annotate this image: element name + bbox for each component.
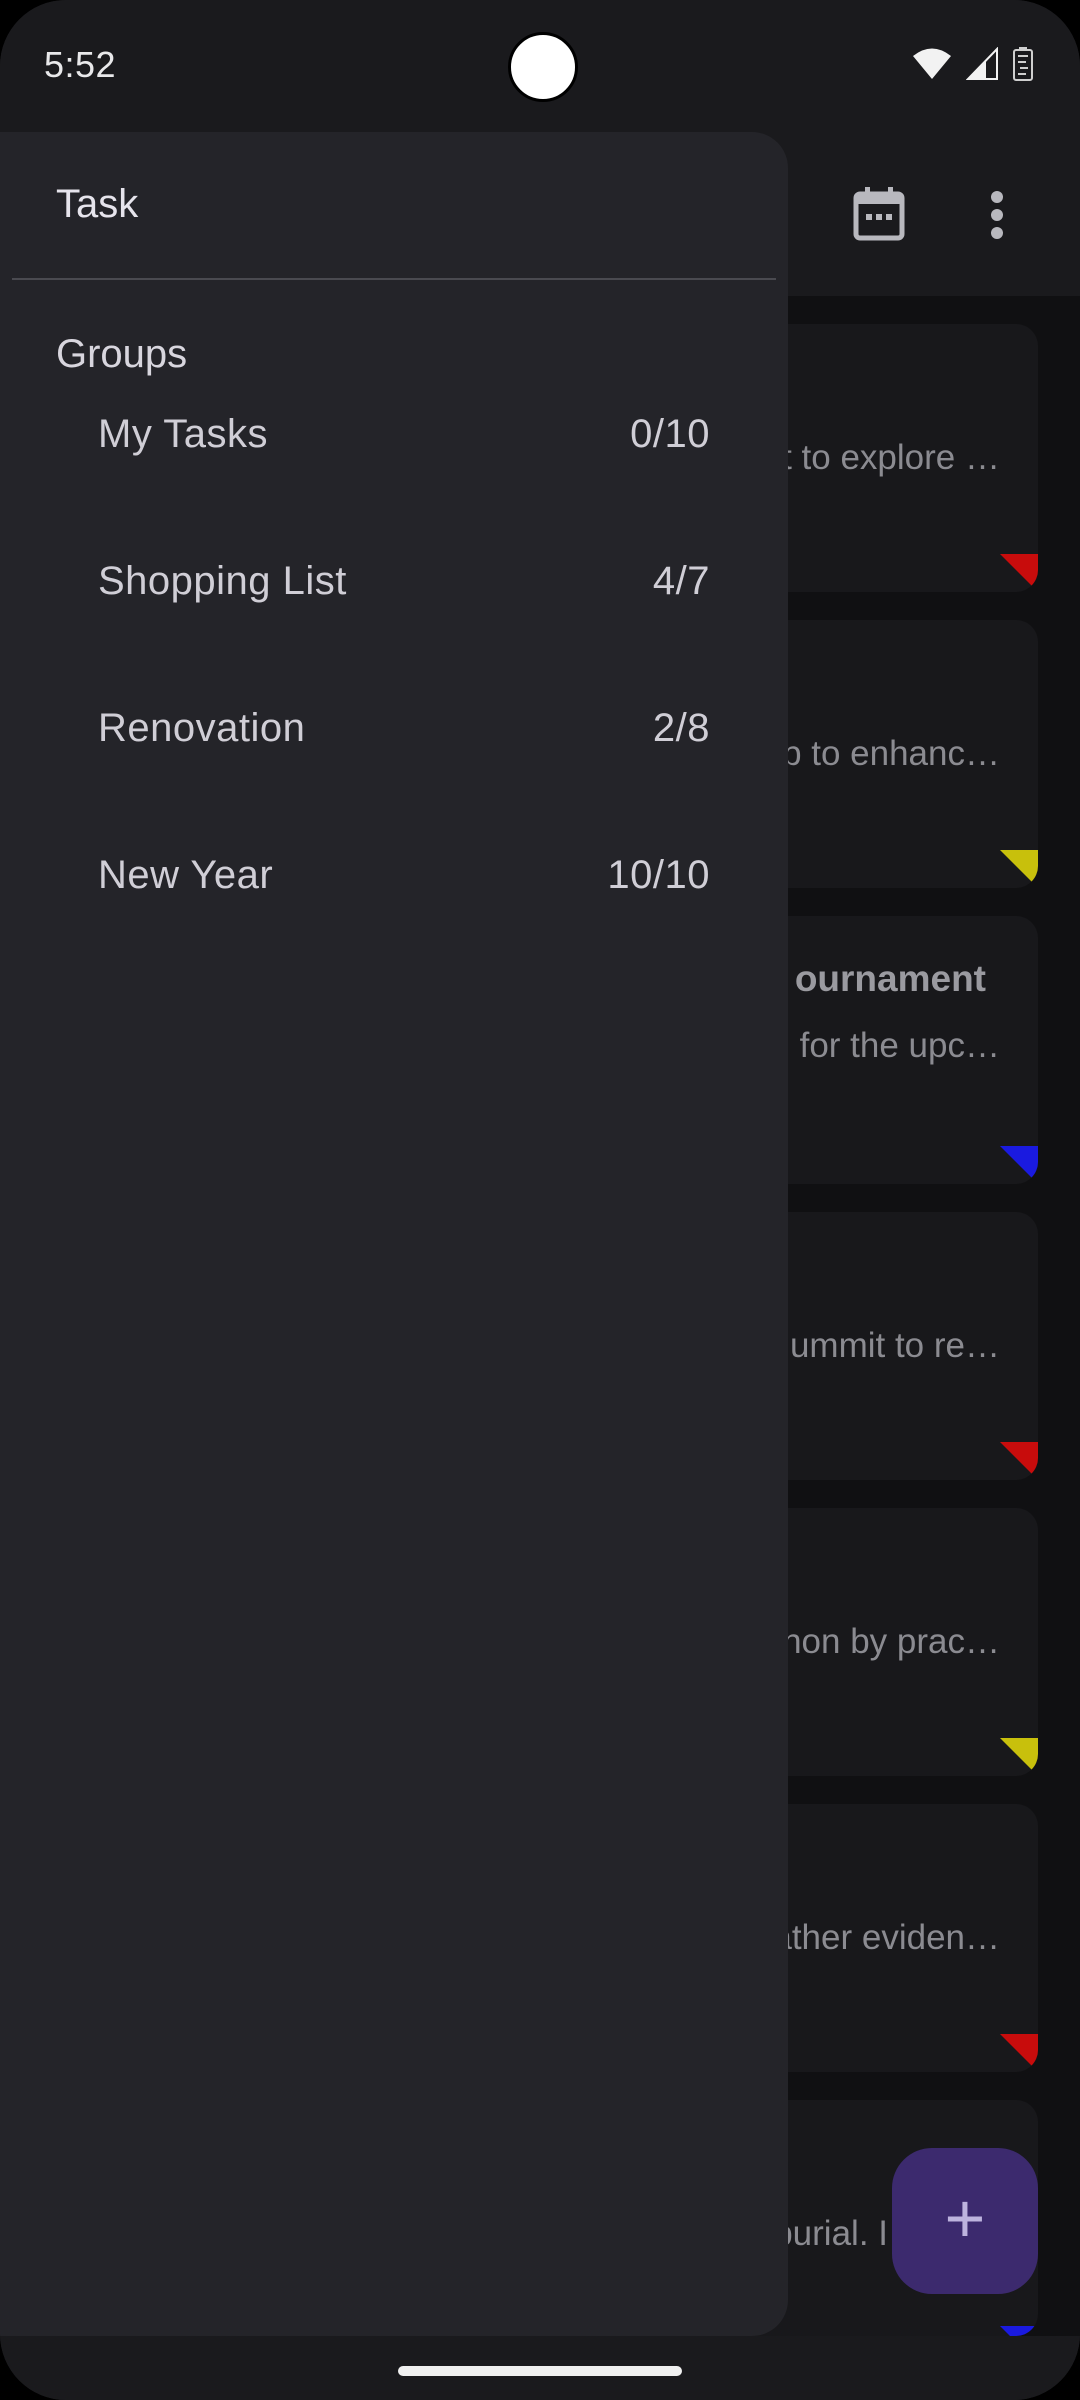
task-description: for the upc… <box>799 1026 1000 1065</box>
task-description: p to enhanc… <box>782 734 1000 773</box>
group-count: 10/10 <box>607 853 710 897</box>
group-name: Renovation <box>98 706 306 750</box>
group-item-my-tasks[interactable]: My Tasks 0/10 <box>0 362 788 502</box>
status-time: 5:52 <box>44 44 117 85</box>
task-title: ournament <box>794 958 986 999</box>
group-name: Shopping List <box>98 559 347 603</box>
priority-marker <box>962 1146 1038 1184</box>
priority-marker <box>962 1738 1038 1776</box>
task-description: hon by prac… <box>782 1622 1000 1661</box>
battery-icon <box>1013 47 1033 81</box>
task-description: ummit to re… <box>789 1326 1000 1365</box>
task-description: ather eviden… <box>772 1918 1000 1957</box>
home-indicator[interactable] <box>398 2366 682 2376</box>
plus-icon: + <box>944 2179 986 2257</box>
priority-marker <box>962 554 1038 592</box>
calendar-icon[interactable] <box>852 186 906 242</box>
more-vert-icon[interactable] <box>990 190 1004 240</box>
status-bar: 5:52 <box>0 0 1080 132</box>
priority-marker <box>962 850 1038 888</box>
task-description: burial. I <box>773 2214 888 2253</box>
camera-cutout <box>508 32 578 102</box>
group-item-new-year[interactable]: New Year 10/10 <box>0 803 788 943</box>
add-task-button[interactable]: + <box>892 2148 1038 2294</box>
group-name: My Tasks <box>98 412 268 456</box>
group-name: New Year <box>98 853 274 897</box>
group-item-shopping-list[interactable]: Shopping List 4/7 <box>0 509 788 649</box>
group-count: 2/8 <box>652 706 710 750</box>
task-description: t to explore … <box>782 438 1000 477</box>
cell-signal-icon <box>966 47 998 80</box>
priority-marker <box>962 2326 1038 2336</box>
drawer-divider <box>12 278 776 280</box>
wifi-icon <box>913 48 951 79</box>
phone-screen: 5:52 t to explore … p to enhanc… ourname… <box>0 0 1080 2400</box>
navigation-drawer: Task Groups My Tasks 0/10 Shopping List … <box>0 132 788 2336</box>
priority-marker <box>962 1442 1038 1480</box>
group-count: 0/10 <box>630 412 710 456</box>
group-item-renovation[interactable]: Renovation 2/8 <box>0 656 788 796</box>
priority-marker <box>962 2034 1038 2072</box>
group-count: 4/7 <box>652 559 710 603</box>
status-icons <box>912 46 1034 82</box>
drawer-title: Task <box>56 182 139 226</box>
